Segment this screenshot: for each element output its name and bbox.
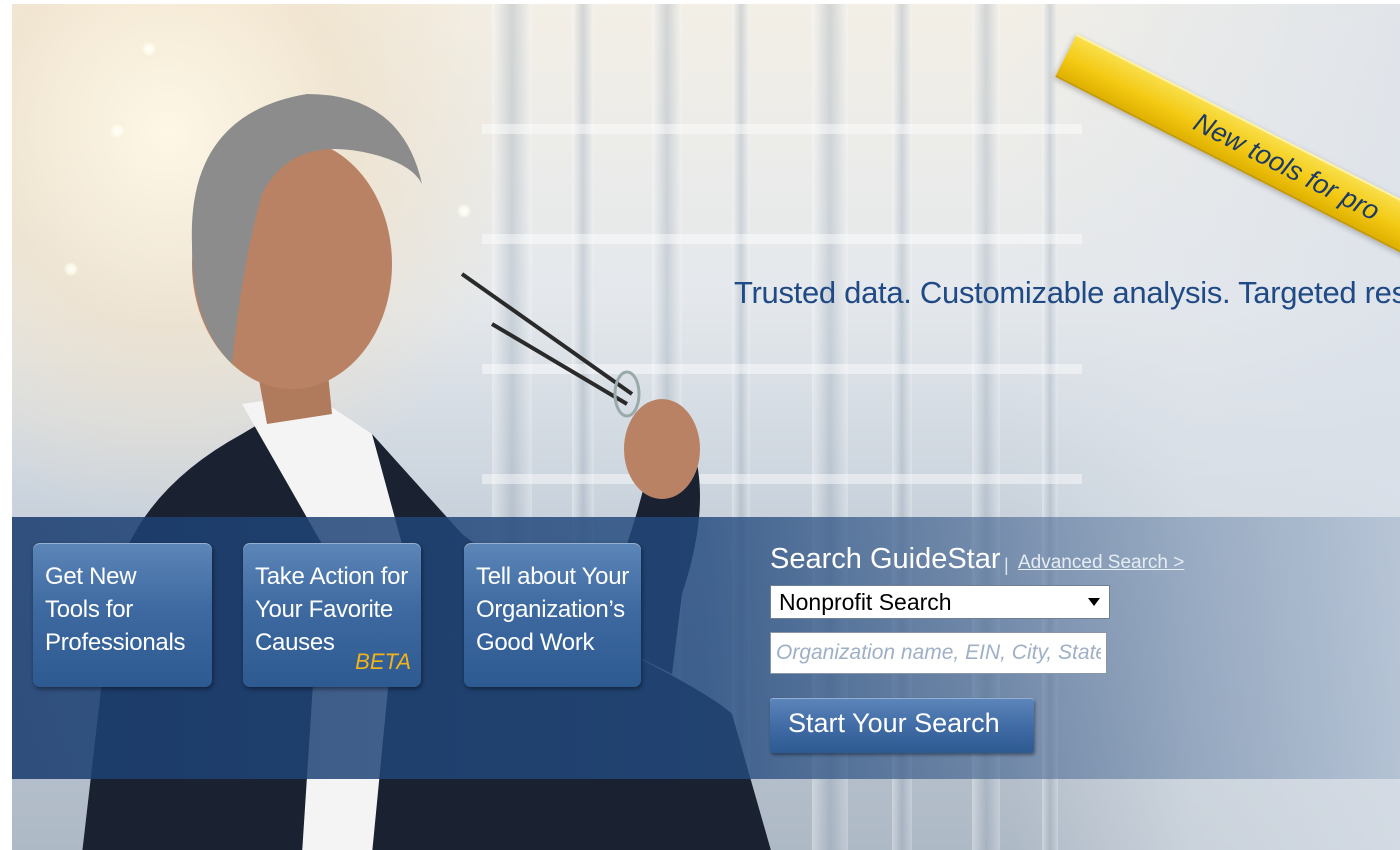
tile-label-line: Your Favorite: [255, 596, 393, 623]
tagline: Trusted data. Customizable analysis. Tar…: [734, 275, 1400, 310]
tile-tools-for-professionals[interactable]: Get New Tools for Professionals: [33, 543, 212, 687]
tile-label: Tell about Your Organization’s Good Work: [476, 560, 629, 659]
search-input[interactable]: [770, 632, 1107, 674]
tile-label-line: Tools for: [45, 596, 134, 623]
action-band: [12, 517, 1400, 779]
tile-label-line: Tell about Your: [476, 563, 629, 590]
tile-tell-about-organization[interactable]: Tell about Your Organization’s Good Work: [464, 543, 641, 687]
search-type-select[interactable]: Nonprofit Search: [770, 585, 1110, 619]
tile-take-action[interactable]: Take Action for Your Favorite Causes BET…: [243, 543, 421, 687]
advanced-search-link[interactable]: Advanced Search >: [1018, 552, 1184, 574]
tile-label-line: Organization’s: [476, 596, 625, 623]
tile-label-line: Professionals: [45, 629, 186, 656]
dropdown-arrow-icon: [1088, 598, 1100, 606]
start-search-button[interactable]: Start Your Search: [770, 698, 1034, 753]
ceiling-light: [142, 42, 156, 56]
tile-label-line: Good Work: [476, 629, 595, 656]
search-type-value: Nonprofit Search: [779, 589, 952, 615]
tile-label-line: Get New: [45, 563, 137, 590]
title-separator: |: [1004, 555, 1009, 575]
tile-label: Take Action for Your Favorite Causes: [255, 560, 408, 659]
tile-label: Get New Tools for Professionals: [45, 560, 185, 659]
beta-badge: BETA: [355, 649, 411, 674]
tile-label-line: Take Action for: [255, 563, 408, 590]
search-title: Search GuideStar: [770, 543, 1001, 575]
